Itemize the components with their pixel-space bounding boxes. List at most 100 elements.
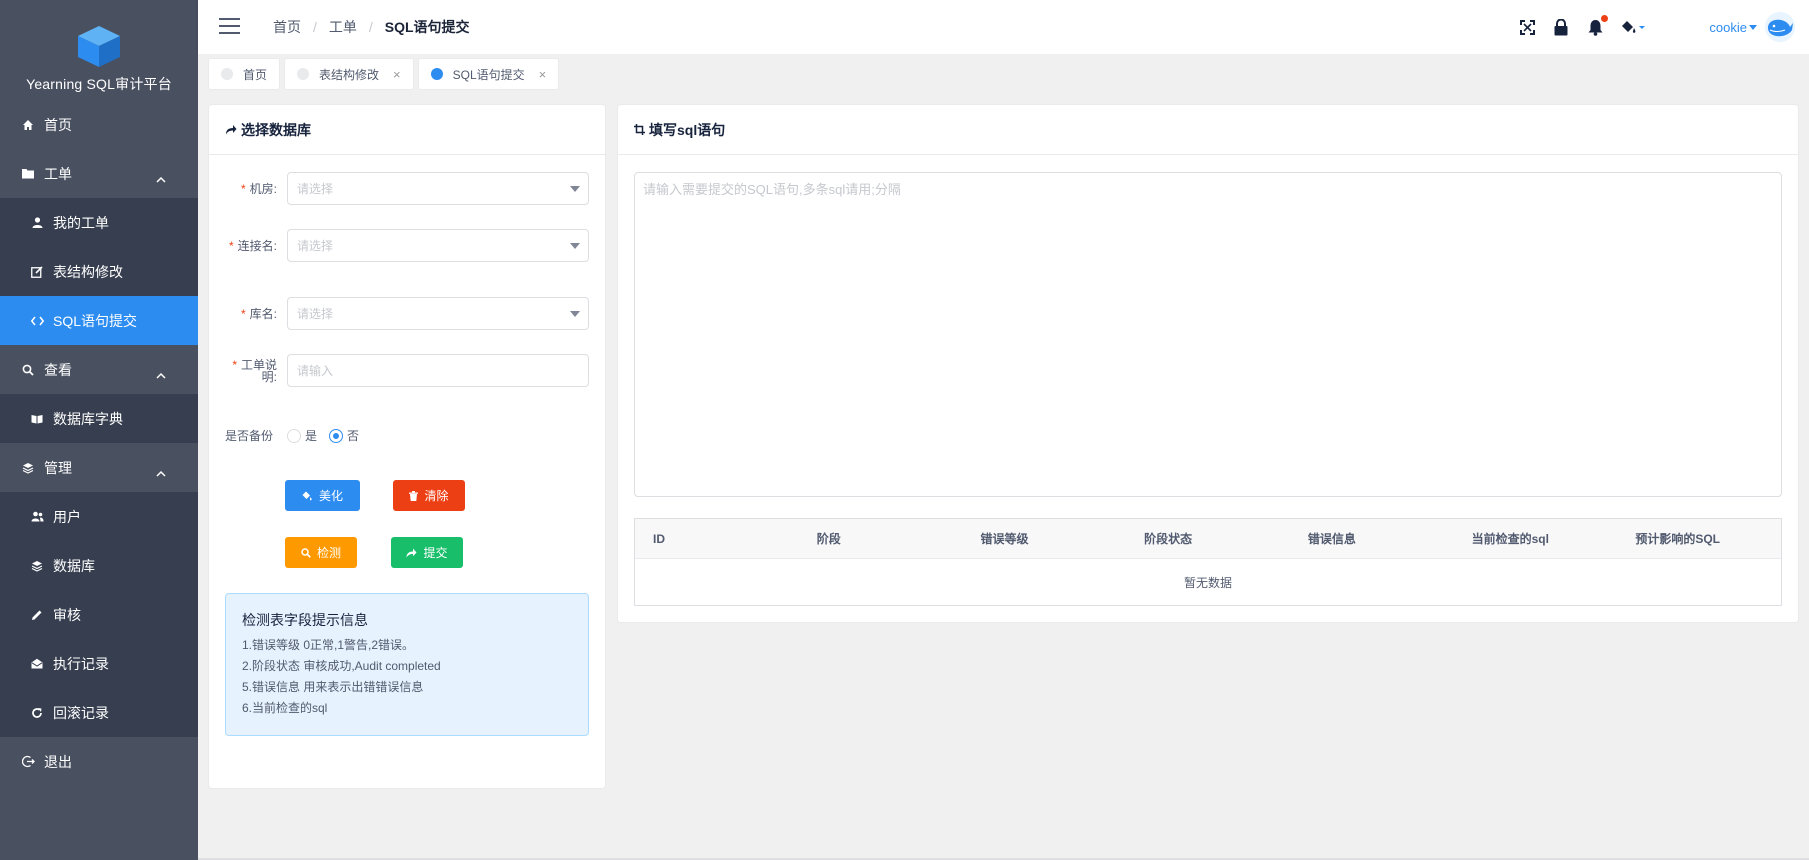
tips-line: 2.阶段状态 审核成功,Audit completed bbox=[242, 659, 441, 673]
sidebar-item-label: 我的工单 bbox=[53, 214, 109, 231]
tag-status-dot bbox=[221, 68, 233, 80]
form-row-room: * 机房: 请选择 bbox=[225, 172, 589, 205]
sidebar-item-sql-submit[interactable]: SQL语句提交 bbox=[0, 296, 198, 345]
search-icon bbox=[21, 363, 35, 377]
sidebar-item-home[interactable]: 首页 bbox=[0, 100, 198, 149]
sidebar-item-label: 回滚记录 bbox=[53, 704, 109, 721]
theme-paint-icon[interactable] bbox=[1619, 17, 1647, 37]
form-row-database: * 库名: 请选择 bbox=[225, 297, 589, 330]
sidebar-item-label: 查看 bbox=[44, 361, 72, 378]
breadcrumb: 首页 / 工单 / SQL语句提交 bbox=[273, 17, 470, 37]
close-icon[interactable]: × bbox=[393, 67, 401, 82]
home-icon bbox=[21, 118, 35, 132]
connection-select[interactable]: 请选择 bbox=[287, 229, 589, 262]
header: 首页 / 工单 / SQL语句提交 cookie bbox=[198, 0, 1809, 54]
caret-down-icon bbox=[570, 311, 580, 317]
tag-home[interactable]: 首页 bbox=[208, 58, 281, 90]
form-label: * 库名: bbox=[240, 306, 277, 321]
tag-table-alter[interactable]: 表结构修改 × bbox=[284, 58, 414, 90]
sidebar-item-audit[interactable]: 审核 bbox=[0, 590, 198, 639]
share-icon bbox=[225, 124, 237, 135]
sidebar-item-label: 工单 bbox=[44, 165, 72, 182]
submit-button[interactable]: 提交 bbox=[391, 537, 463, 568]
check-button[interactable]: 检测 bbox=[285, 537, 357, 568]
sidebar-item-my-orders[interactable]: 我的工单 bbox=[0, 198, 198, 247]
tips-line: 1.错误等级 0正常,1警告,2错误。 bbox=[242, 638, 415, 652]
sidebar-item-workorder[interactable]: 工单 bbox=[0, 149, 198, 198]
sidebar-item-exec-log[interactable]: 执行记录 bbox=[0, 639, 198, 688]
mail-open-icon bbox=[30, 657, 44, 671]
table-header-cell: 错误等级 bbox=[980, 532, 1029, 546]
table-header-cell: 当前检查的sql bbox=[1471, 532, 1549, 546]
sidebar-item-label: 执行记录 bbox=[53, 655, 109, 672]
tips-line: 6.当前检查的sql bbox=[242, 701, 328, 715]
folder-icon bbox=[21, 167, 35, 181]
caret-down-icon bbox=[570, 243, 580, 249]
tag-sql-submit[interactable]: SQL语句提交 × bbox=[417, 58, 560, 90]
description-input[interactable]: 请输入 bbox=[287, 354, 589, 387]
sidebar-item-label: 首页 bbox=[44, 116, 72, 133]
backup-no-radio[interactable]: 否 bbox=[329, 427, 359, 444]
avatar[interactable] bbox=[1765, 12, 1795, 42]
form-label: * 机房: bbox=[240, 181, 277, 196]
crop-icon bbox=[634, 124, 645, 135]
layers-icon bbox=[30, 559, 44, 573]
caret-down-icon bbox=[1749, 24, 1757, 30]
sidebar-item-label: 管理 bbox=[44, 459, 72, 476]
cube-logo-icon bbox=[78, 26, 120, 67]
whale-avatar-icon bbox=[1768, 19, 1793, 37]
book-icon bbox=[30, 412, 44, 426]
backup-label: 是否备份 bbox=[225, 429, 274, 443]
sidebar: Yearning SQL审计平台 首页 工单 我的工单 表结构修改 SQL语句提… bbox=[0, 0, 198, 860]
room-select[interactable]: 请选择 bbox=[287, 172, 589, 205]
lock-icon[interactable] bbox=[1551, 17, 1571, 37]
breadcrumb-item-workorder[interactable]: 工单 bbox=[329, 17, 357, 37]
database-select[interactable]: 请选择 bbox=[287, 297, 589, 330]
sidebar-item-databases[interactable]: 数据库 bbox=[0, 541, 198, 590]
form-row-connection: * 连接名: 请选择 bbox=[225, 229, 589, 262]
table-empty-text: 暂无数据 bbox=[1183, 575, 1232, 590]
sidebar-item-users[interactable]: 用户 bbox=[0, 492, 198, 541]
sidebar-item-label: 表结构修改 bbox=[53, 263, 123, 280]
table-header-cell: 预计影响的SQL bbox=[1635, 532, 1720, 546]
form-label: * 工单说明: bbox=[232, 357, 277, 384]
user-menu[interactable]: cookie bbox=[1709, 12, 1795, 42]
header-actions: cookie bbox=[1503, 0, 1795, 54]
logout-icon bbox=[21, 755, 35, 769]
check-tips-alert: 检测表字段提示信息 1.错误等级 0正常,1警告,2错误。 2.阶段状态 审核成… bbox=[225, 593, 589, 736]
sidebar-item-label: SQL语句提交 bbox=[53, 312, 138, 329]
card-title: 选择数据库 bbox=[241, 121, 311, 138]
bell-icon[interactable] bbox=[1585, 15, 1609, 37]
sidebar-item-logout[interactable]: 退出 bbox=[0, 737, 198, 786]
table-header: ID 阶段 错误等级 阶段状态 错误信息 当前检查的sql 预计影响的SQL bbox=[635, 519, 1781, 559]
menu-toggle-icon[interactable] bbox=[219, 17, 240, 37]
sidebar-item-manage[interactable]: 管理 bbox=[0, 443, 198, 492]
backup-yes-radio[interactable]: 是 bbox=[287, 427, 317, 444]
clear-button[interactable]: 清除 bbox=[393, 480, 465, 511]
form-label: * 连接名: bbox=[228, 238, 277, 253]
sql-textarea[interactable]: 请输入需要提交的SQL语句,多条sql请用;分隔 bbox=[634, 172, 1782, 497]
close-icon[interactable]: × bbox=[539, 67, 547, 82]
fullscreen-icon[interactable] bbox=[1517, 17, 1537, 37]
sidebar-item-db-dict[interactable]: 数据库字典 bbox=[0, 394, 198, 443]
tag-status-dot bbox=[297, 68, 310, 80]
username: cookie bbox=[1709, 19, 1747, 35]
sidebar-item-label: 数据库 bbox=[53, 557, 95, 574]
sidebar-item-table-alter[interactable]: 表结构修改 bbox=[0, 247, 198, 296]
beautify-button[interactable]: 美化 bbox=[285, 480, 360, 511]
breadcrumb-item-home[interactable]: 首页 bbox=[273, 17, 301, 37]
tag-label: 表结构修改 bbox=[319, 67, 380, 82]
sidebar-item-label: 用户 bbox=[53, 508, 81, 525]
trash-icon bbox=[409, 490, 419, 501]
caret-down-icon bbox=[570, 186, 580, 192]
breadcrumb-item-current: SQL语句提交 bbox=[384, 19, 470, 35]
card-header: 填写sql语句 bbox=[618, 105, 1798, 155]
table-header-cell: 阶段 bbox=[816, 532, 841, 546]
chevron-up-icon bbox=[156, 464, 166, 480]
tips-line: 5.错误信息 用来表示出错错误信息 bbox=[242, 680, 424, 694]
sql-input-card: 填写sql语句 请输入需要提交的SQL语句,多条sql请用;分隔 ID 阶段 错… bbox=[617, 104, 1799, 623]
form-row-description: * 工单说明: 请输入 bbox=[225, 354, 589, 387]
sidebar-item-view[interactable]: 查看 bbox=[0, 345, 198, 394]
tags-bar: 首页 表结构修改 × SQL语句提交 × bbox=[198, 54, 1809, 94]
sidebar-item-rollback-log[interactable]: 回滚记录 bbox=[0, 688, 198, 737]
